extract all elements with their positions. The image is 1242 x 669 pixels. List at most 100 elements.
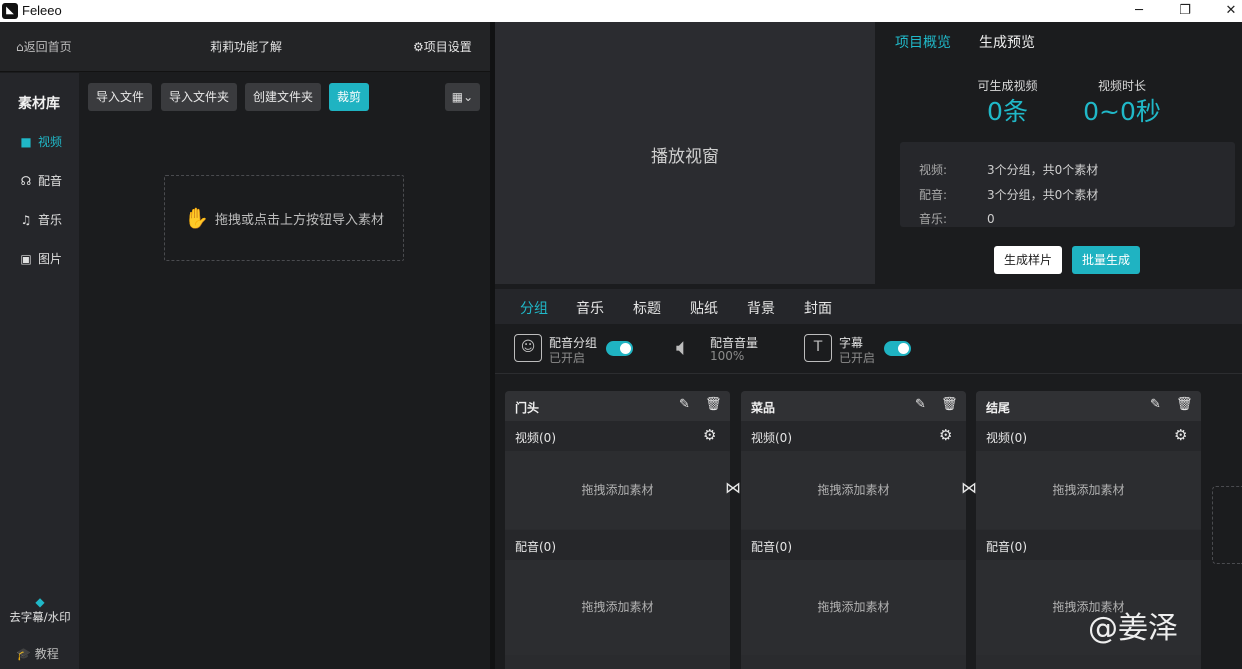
group-card: 门头 ✎ 🗑︎ 视频(0) ⚙ 拖拽添加素材 配音(0) 拖拽添加素材 xyxy=(505,391,730,669)
transition-icon[interactable]: ⋈ xyxy=(961,478,977,497)
info-row-voice: 配音: 3个分组，共0个素材 xyxy=(919,186,1098,202)
asset-library-title: 素材库 xyxy=(18,96,60,112)
add-group-placeholder[interactable] xyxy=(1212,486,1242,564)
import-dropzone[interactable]: ✋ 拖拽或点击上方按钮导入素材 xyxy=(164,175,404,261)
speaker-icon: 🔈︎ xyxy=(676,333,691,361)
project-name: 莉莉功能了解 xyxy=(210,40,283,54)
group-name: 菜品 xyxy=(751,401,776,415)
sidebar-item-voice[interactable]: ☊ 配音 xyxy=(18,172,78,192)
voice-group-switch[interactable] xyxy=(606,341,633,356)
info-key: 配音: xyxy=(919,188,948,202)
close-icon[interactable]: ✕ xyxy=(1208,0,1242,22)
group-voice-label: 配音(0) xyxy=(515,540,556,554)
tab-cover[interactable]: 封面 xyxy=(804,298,832,318)
voice-dropzone[interactable]: 拖拽添加素材 xyxy=(741,560,966,655)
home-icon: ⌂ xyxy=(16,40,24,54)
info-key: 音乐: xyxy=(919,212,948,226)
back-home-button[interactable]: ⌂返回首页 xyxy=(16,38,72,55)
voice-group-icon: ☺ xyxy=(514,334,542,362)
gear-icon[interactable]: ⚙ xyxy=(939,426,952,444)
music-note-icon: ♫ xyxy=(20,213,32,227)
trash-icon[interactable]: 🗑︎ xyxy=(1176,397,1193,412)
asset-library-panel: 导入文件 导入文件夹 创建文件夹 裁剪 ▦⌄ ✋ 拖拽或点击上方按钮导入素材 xyxy=(79,73,490,669)
voice-volume-value: 100% xyxy=(710,349,745,363)
trash-icon[interactable]: 🗑︎ xyxy=(705,397,722,412)
sidebar-item-label: 视频 xyxy=(38,135,63,149)
remove-watermark-label: 去字幕/水印 xyxy=(9,610,71,624)
app-name: Feleeo xyxy=(22,3,62,18)
hand-icon: ✋ xyxy=(184,206,209,230)
subtitle-status: 已开启 xyxy=(839,351,876,365)
group-voice-header: 配音(0) xyxy=(976,530,1201,560)
create-folder-button[interactable]: 创建文件夹 xyxy=(245,83,322,111)
sidebar-item-label: 图片 xyxy=(38,252,63,266)
remove-watermark-button[interactable]: ◆ 去字幕/水印 xyxy=(6,595,74,625)
group-voice-header: 配音(0) xyxy=(741,530,966,560)
tutorial-label: 教程 xyxy=(34,647,59,661)
video-dropzone[interactable]: 拖拽添加素材 xyxy=(741,451,966,529)
tab-project-overview[interactable]: 项目概览 xyxy=(895,32,951,52)
voice-dropzone[interactable]: 拖拽添加素材 xyxy=(505,560,730,655)
tab-background[interactable]: 背景 xyxy=(747,298,775,318)
info-value: 0 xyxy=(987,212,995,226)
eraser-icon: ◆ xyxy=(35,595,45,609)
tab-generate-preview[interactable]: 生成预览 xyxy=(979,32,1035,52)
info-value: 3个分组，共0个素材 xyxy=(987,188,1099,202)
import-file-button[interactable]: 导入文件 xyxy=(88,83,153,111)
gear-icon[interactable]: ⚙ xyxy=(1174,426,1187,444)
group-header: 门头 ✎ 🗑︎ xyxy=(505,391,730,421)
group-card: 菜品 ✎ 🗑︎ 视频(0) ⚙ 拖拽添加素材 配音(0) 拖拽添加素材 xyxy=(741,391,966,669)
gear-icon: ⚙ xyxy=(413,40,424,54)
minimize-icon[interactable]: ─ xyxy=(1116,0,1162,22)
source-watermark: @姜泽 xyxy=(1088,611,1178,646)
player-label: 播放视窗 xyxy=(651,147,719,167)
stat-video-count-value: 0条 xyxy=(987,97,1028,126)
sidebar-item-video[interactable]: ■ 视频 xyxy=(18,133,78,153)
view-mode-toggle[interactable]: ▦⌄ xyxy=(445,83,480,111)
video-dropzone[interactable]: 拖拽添加素材 xyxy=(505,451,730,529)
group-video-header: 视频(0) ⚙ xyxy=(505,421,730,451)
project-settings-button[interactable]: ⚙项目设置 xyxy=(413,38,472,55)
subtitle-switch[interactable] xyxy=(884,341,911,356)
project-overview-panel: 项目概览 生成预览 可生成视频 0条 视频时长 0~0秒 视频: 3个分组，共0个… xyxy=(880,22,1242,284)
import-folder-button[interactable]: 导入文件夹 xyxy=(161,83,238,111)
image-icon: ▣ xyxy=(20,252,32,266)
group-voice-header: 配音(0) xyxy=(505,530,730,560)
sidebar-item-image[interactable]: ▣ 图片 xyxy=(18,250,78,270)
crop-button[interactable]: 裁剪 xyxy=(329,83,370,111)
video-dropzone[interactable]: 拖拽添加素材 xyxy=(976,451,1201,529)
project-topbar: ⌂返回首页 莉莉功能了解 ⚙项目设置 xyxy=(0,22,490,72)
tab-groups[interactable]: 分组 xyxy=(520,298,548,318)
group-video-header: 视频(0) ⚙ xyxy=(976,421,1201,451)
edit-icon[interactable]: ✎ xyxy=(1150,397,1161,412)
voice-group-status: 已开启 xyxy=(549,351,586,365)
batch-generate-button[interactable]: 批量生成 xyxy=(1072,246,1141,274)
edit-icon[interactable]: ✎ xyxy=(679,397,690,412)
tab-title[interactable]: 标题 xyxy=(633,298,661,318)
window-titlebar: ◣ Feleeo ─ ❐ ✕ xyxy=(0,0,1242,22)
group-video-label: 视频(0) xyxy=(751,431,792,445)
sidebar-item-label: 音乐 xyxy=(38,213,63,227)
chevron-down-icon: ⌄ xyxy=(463,90,474,104)
info-value: 3个分组，共0个素材 xyxy=(987,163,1099,177)
back-home-label: 返回首页 xyxy=(23,40,72,54)
tab-music[interactable]: 音乐 xyxy=(576,298,604,318)
transition-icon[interactable]: ⋈ xyxy=(725,478,741,497)
restore-icon[interactable]: ❐ xyxy=(1162,0,1208,22)
project-settings-label: 项目设置 xyxy=(423,40,472,54)
gear-icon[interactable]: ⚙ xyxy=(703,426,716,444)
stat-duration-value: 0~0秒 xyxy=(1083,97,1161,126)
editor-toggles: ☺ 配音分组 已开启 🔈︎ 配音音量 100% T 字幕 已开启 xyxy=(495,324,1242,374)
tutorial-button[interactable]: 🎓 教程 xyxy=(16,645,59,662)
tab-sticker[interactable]: 贴纸 xyxy=(690,298,718,318)
video-camera-icon: ■ xyxy=(20,135,32,149)
preview-player[interactable]: 播放视窗 xyxy=(495,22,875,284)
group-header: 结尾 ✎ 🗑︎ xyxy=(976,391,1201,421)
generate-sample-button[interactable]: 生成样片 xyxy=(994,246,1063,274)
sidebar-item-music[interactable]: ♫ 音乐 xyxy=(18,211,78,231)
editor-tabbar: 分组 音乐 标题 贴纸 背景 封面 xyxy=(495,289,1242,324)
group-name: 门头 xyxy=(515,401,540,415)
trash-icon[interactable]: 🗑︎ xyxy=(941,397,958,412)
edit-icon[interactable]: ✎ xyxy=(915,397,926,412)
asset-sidebar: 素材库 ■ 视频 ☊ 配音 ♫ 音乐 ▣ 图片 ◆ 去字幕/水印 🎓 教程 xyxy=(0,73,79,669)
